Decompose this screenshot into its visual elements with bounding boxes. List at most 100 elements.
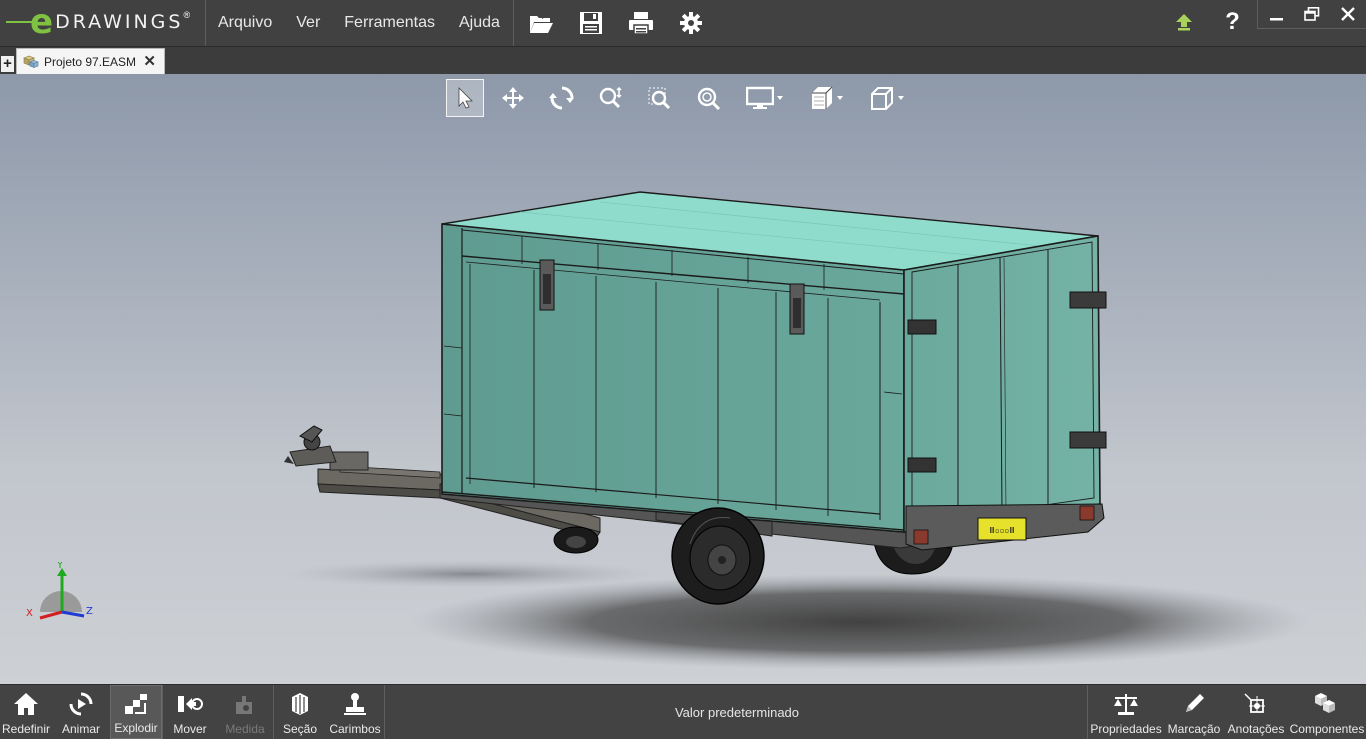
tab-close-icon[interactable]: ✕ (143, 52, 156, 70)
stamp-icon (344, 693, 366, 715)
reset-label: Redefinir (1, 722, 51, 736)
tail-light (1079, 505, 1095, 521)
document-tab-strip: + Projeto 97.EASM ✕ (0, 47, 1366, 74)
logo-registered: ® (183, 10, 191, 20)
section-icon (292, 693, 308, 715)
measure-icon (236, 696, 252, 714)
tail-light (913, 529, 929, 545)
new-tab-button[interactable]: + (1, 56, 14, 72)
window-controls-area: ? (1159, 0, 1366, 46)
triad-z-axis (61, 610, 85, 618)
select-tool-button[interactable] (446, 79, 484, 117)
menu-ajuda[interactable]: Ajuda (447, 0, 512, 46)
menu-ferramentas[interactable]: Ferramentas (332, 0, 447, 46)
shaded-view-icon (811, 86, 832, 109)
markup-pencil-icon (1186, 694, 1204, 712)
section-button[interactable]: Seção (274, 685, 326, 739)
zoom-to-area-button[interactable] (640, 78, 680, 118)
annotations-icon (1244, 693, 1265, 713)
triad-y-label: Y (56, 562, 64, 571)
move-button[interactable]: Mover (163, 685, 217, 739)
animate-icon (69, 692, 93, 716)
properties-button[interactable]: Propriedades (1088, 685, 1164, 739)
menu-arquivo[interactable]: Arquivo (206, 0, 284, 46)
pan-tool-button[interactable] (493, 78, 533, 118)
bottom-right-tools: Propriedades Marcação Anotações Componen… (1087, 685, 1366, 739)
triad-z-label: Z (86, 606, 93, 617)
open-folder-icon (530, 13, 553, 33)
stamps-button[interactable]: Carimbos (326, 685, 384, 739)
update-button[interactable] (1159, 0, 1208, 44)
cargo-box-side (441, 223, 905, 533)
cargo-box-back: Ⅲ▫▫▫Ⅲ (903, 235, 1107, 551)
reset-button[interactable]: Redefinir (0, 685, 52, 739)
animate-button[interactable]: Animar (52, 685, 110, 739)
logo-line (6, 21, 32, 23)
explode-icon (125, 694, 147, 714)
zoom-to-fit-icon (599, 86, 622, 109)
logo-letter: e (30, 2, 54, 42)
zoom-to-fit-button[interactable] (591, 78, 631, 118)
separator (384, 685, 385, 739)
save-icon (580, 12, 602, 34)
window-buttons (1257, 0, 1366, 29)
settings-gear-icon (680, 12, 702, 34)
shaded-view-button[interactable] (799, 78, 851, 118)
properties-scale-icon (1114, 694, 1138, 715)
save-button[interactable] (566, 0, 616, 46)
logo-word: DRAWINGS (55, 11, 184, 33)
trailer-model: Ⅲ▫▫▫Ⅲ (280, 191, 1310, 670)
ground-shadow (410, 574, 1310, 670)
display-style-button[interactable] (738, 78, 790, 118)
side-latch (539, 259, 555, 311)
update-arrow-icon (1175, 14, 1192, 31)
rotate-tool-button[interactable] (542, 78, 582, 118)
move-label: Mover (173, 722, 207, 736)
main-wheel (671, 507, 765, 605)
home-icon (14, 693, 38, 715)
3d-viewport[interactable]: Ⅲ▫▫▫Ⅲ Y X Z (0, 74, 1366, 684)
bottom-toolbar: Valor predeterminado Redefinir Animar Ex… (0, 684, 1366, 739)
tab-projeto-97[interactable]: Projeto 97.EASM ✕ (16, 48, 165, 74)
restore-button[interactable] (1294, 0, 1330, 28)
annotations-button[interactable]: Anotações (1224, 685, 1288, 739)
measure-button[interactable]: Medida (217, 685, 273, 739)
door-hinge (1069, 291, 1107, 309)
side-latch (789, 283, 805, 335)
assembly-file-icon (23, 55, 39, 68)
door-hinge (907, 457, 937, 473)
zoom-to-area-icon (648, 87, 671, 110)
components-cubes-icon (1315, 693, 1335, 713)
plate-text: Ⅲ▫▫▫Ⅲ (989, 526, 1014, 535)
coordinate-triad: Y X Z (26, 562, 93, 620)
components-label: Componentes (1289, 722, 1365, 736)
components-button[interactable]: Componentes (1288, 685, 1366, 739)
print-button[interactable] (616, 0, 666, 46)
open-button[interactable] (516, 0, 566, 46)
minimize-button[interactable] (1258, 0, 1294, 28)
pan-icon (502, 87, 524, 109)
edrawings-logo: e DRAWINGS ® (6, 4, 202, 40)
close-button[interactable] (1330, 0, 1366, 28)
properties-label: Propriedades (1090, 722, 1162, 736)
options-button[interactable] (666, 0, 716, 46)
animate-label: Animar (61, 722, 100, 736)
chevron-down-icon (776, 96, 783, 100)
bottom-left-tools: Redefinir Animar Explodir Mover Medida S… (0, 685, 385, 739)
zoom-button[interactable] (689, 78, 729, 118)
chevron-down-icon (836, 96, 843, 100)
quick-toolbar (516, 0, 716, 46)
measure-label: Medida (225, 722, 265, 736)
markup-label: Marcação (1167, 722, 1221, 736)
print-icon (629, 12, 653, 35)
menu-ver[interactable]: Ver (284, 0, 332, 46)
explode-button[interactable]: Explodir (110, 685, 162, 739)
view-orientation-button[interactable] (860, 78, 912, 118)
help-icon: ? (1225, 8, 1240, 35)
front-wheel (553, 526, 599, 554)
triad-x-label: X (26, 608, 33, 619)
rotate-icon (549, 86, 574, 110)
markup-button[interactable]: Marcação (1164, 685, 1224, 739)
triad-x-axis (39, 610, 63, 620)
help-button[interactable]: ? (1208, 0, 1257, 44)
